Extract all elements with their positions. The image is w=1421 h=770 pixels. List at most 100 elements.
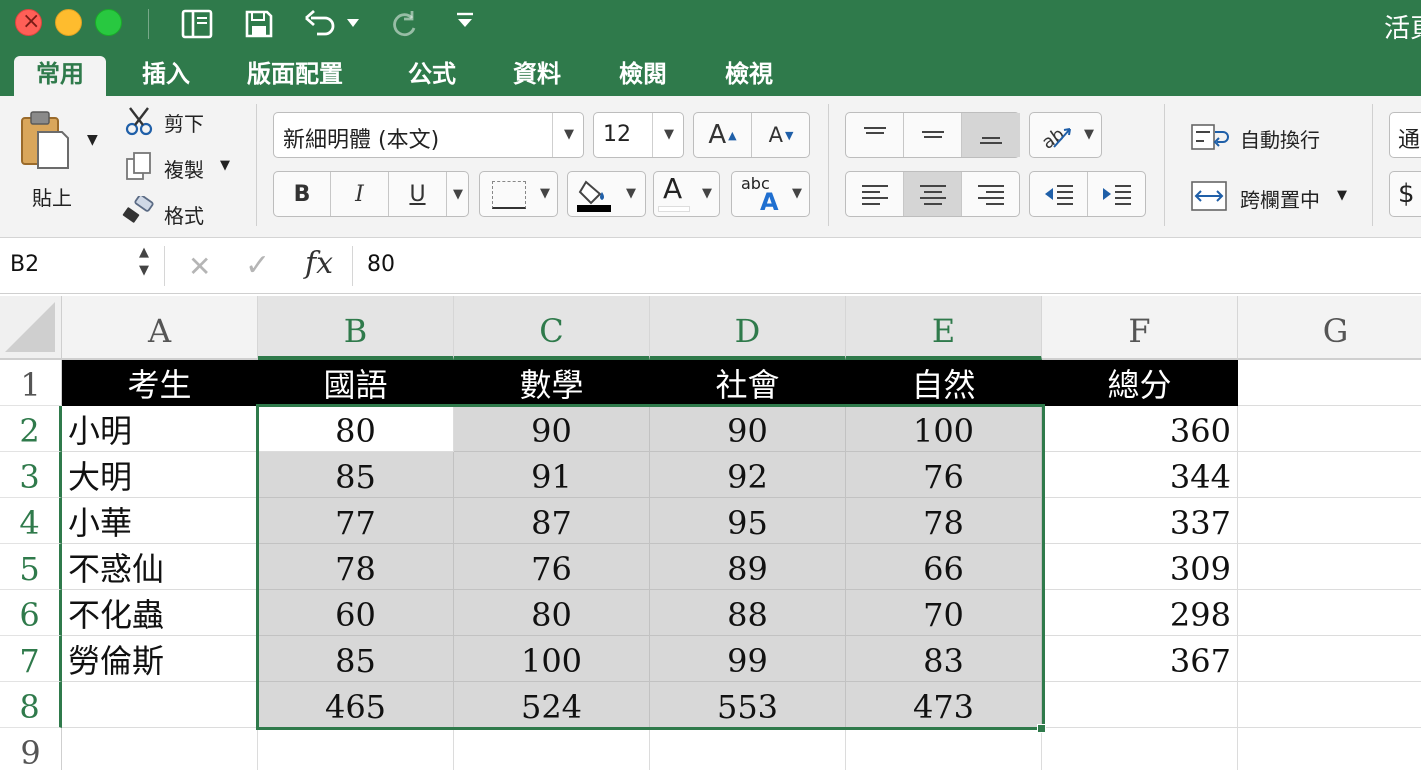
sidebar-icon[interactable] [180, 8, 214, 40]
column-total-cell[interactable]: 465 [258, 682, 454, 728]
total-cell[interactable]: 337 [1042, 498, 1238, 544]
customize-toolbar-icon[interactable] [455, 12, 475, 44]
align-left-icon[interactable] [846, 172, 904, 216]
score-cell[interactable]: 100 [846, 406, 1042, 452]
borders-dropdown-icon[interactable]: ▼ [540, 186, 550, 201]
name-cell[interactable]: 小明 [62, 406, 258, 452]
format-painter-label[interactable]: 格式 [164, 200, 204, 229]
decrease-font-size-icon[interactable]: A ▼ [752, 113, 810, 157]
column-header-g[interactable]: G [1238, 296, 1421, 360]
font-name-chevron-icon[interactable]: ▼ [564, 127, 574, 142]
copy-label[interactable]: 複製 [164, 154, 204, 183]
confirm-icon[interactable]: ✓ [245, 248, 270, 283]
undo-dropdown-icon[interactable] [346, 14, 360, 46]
tab-page-layout[interactable]: 版面配置 [225, 56, 365, 96]
tab-home[interactable]: 常用 [14, 56, 106, 96]
empty-cell[interactable] [62, 682, 258, 728]
align-center-icon[interactable] [904, 172, 962, 216]
font-size-select[interactable]: 12 ▼ [593, 112, 684, 158]
phonetic-button[interactable]: abc A ▼ [731, 171, 810, 217]
score-cell[interactable]: 91 [454, 452, 650, 498]
row-header-4[interactable]: 4 [0, 498, 62, 544]
header-cell-e1[interactable]: 自然 [846, 360, 1042, 406]
empty-cell[interactable] [1238, 590, 1421, 636]
empty-cell[interactable] [1238, 498, 1421, 544]
score-cell[interactable]: 78 [846, 498, 1042, 544]
italic-button[interactable]: I [331, 172, 389, 216]
empty-cell[interactable] [1238, 682, 1421, 728]
column-header-a[interactable]: A [62, 296, 258, 360]
tab-formulas[interactable]: 公式 [386, 56, 478, 96]
empty-cell[interactable] [454, 728, 650, 770]
wrap-text-icon[interactable] [1191, 124, 1231, 154]
orientation-button[interactable]: ab ▼ [1029, 112, 1102, 158]
empty-cell[interactable] [650, 728, 846, 770]
empty-cell[interactable] [1238, 728, 1421, 770]
redo-icon[interactable] [388, 8, 420, 40]
score-cell[interactable]: 66 [846, 544, 1042, 590]
total-cell[interactable]: 298 [1042, 590, 1238, 636]
header-cell-f1[interactable]: 總分 [1042, 360, 1238, 406]
name-box[interactable]: B2 [10, 252, 39, 277]
merge-center-label[interactable]: 跨欄置中 [1240, 184, 1320, 213]
column-header-c[interactable]: C [454, 296, 650, 360]
close-window-button[interactable] [15, 9, 42, 36]
header-cell-d1[interactable]: 社會 [650, 360, 846, 406]
borders-button[interactable]: ▼ [479, 171, 558, 217]
row-header-8[interactable]: 8 [0, 682, 62, 728]
total-cell[interactable]: 344 [1042, 452, 1238, 498]
name-cell[interactable]: 不惑仙 [62, 544, 258, 590]
wrap-text-label[interactable]: 自動換行 [1240, 124, 1320, 153]
align-bottom-icon[interactable] [962, 113, 1020, 157]
empty-cell[interactable] [258, 728, 454, 770]
name-cell[interactable]: 小華 [62, 498, 258, 544]
column-header-d[interactable]: D [650, 296, 846, 360]
empty-cell[interactable] [62, 728, 258, 770]
cut-icon[interactable] [124, 106, 154, 140]
score-cell[interactable]: 99 [650, 636, 846, 682]
score-cell[interactable]: 100 [454, 636, 650, 682]
merge-center-dropdown-icon[interactable]: ▼ [1337, 188, 1347, 203]
minimize-window-button[interactable] [55, 9, 82, 36]
phonetic-dropdown-icon[interactable]: ▼ [792, 186, 802, 201]
tab-insert[interactable]: 插入 [120, 56, 212, 96]
score-cell-b2[interactable]: 80 [258, 406, 454, 452]
score-cell[interactable]: 80 [454, 590, 650, 636]
cell-g1[interactable] [1238, 360, 1421, 406]
tab-review[interactable]: 檢閱 [597, 56, 689, 96]
paste-dropdown-icon[interactable]: ▼ [87, 132, 98, 148]
column-total-cell[interactable]: 473 [846, 682, 1042, 728]
empty-cell[interactable] [1238, 636, 1421, 682]
name-cell[interactable]: 大明 [62, 452, 258, 498]
score-cell[interactable]: 90 [650, 406, 846, 452]
underline-button[interactable]: U [389, 172, 447, 216]
tab-data[interactable]: 資料 [491, 56, 583, 96]
header-cell-b1[interactable]: 國語 [258, 360, 454, 406]
align-right-icon[interactable] [962, 172, 1020, 216]
paste-icon[interactable] [18, 108, 72, 176]
score-cell[interactable]: 85 [258, 636, 454, 682]
empty-cell[interactable] [1238, 452, 1421, 498]
column-total-cell[interactable]: 524 [454, 682, 650, 728]
font-color-dropdown-icon[interactable]: ▼ [702, 186, 712, 201]
align-middle-icon[interactable] [904, 113, 962, 157]
fill-handle[interactable] [1037, 724, 1046, 733]
insert-function-icon[interactable]: fx [305, 246, 333, 281]
number-format-select[interactable]: 通 [1389, 112, 1421, 158]
score-cell[interactable]: 76 [846, 452, 1042, 498]
maximize-window-button[interactable] [95, 9, 122, 36]
score-cell[interactable]: 83 [846, 636, 1042, 682]
score-cell[interactable]: 92 [650, 452, 846, 498]
total-cell[interactable]: 367 [1042, 636, 1238, 682]
copy-dropdown-icon[interactable]: ▼ [220, 158, 230, 173]
column-header-f[interactable]: F [1042, 296, 1238, 360]
total-cell[interactable]: 309 [1042, 544, 1238, 590]
tab-view[interactable]: 檢視 [703, 56, 795, 96]
save-icon[interactable] [243, 8, 275, 40]
currency-button[interactable]: $ [1389, 171, 1421, 217]
increase-indent-icon[interactable] [1088, 172, 1146, 216]
copy-icon[interactable] [125, 151, 153, 185]
row-header-2[interactable]: 2 [0, 406, 62, 452]
score-cell[interactable]: 90 [454, 406, 650, 452]
merge-center-icon[interactable] [1191, 181, 1227, 215]
